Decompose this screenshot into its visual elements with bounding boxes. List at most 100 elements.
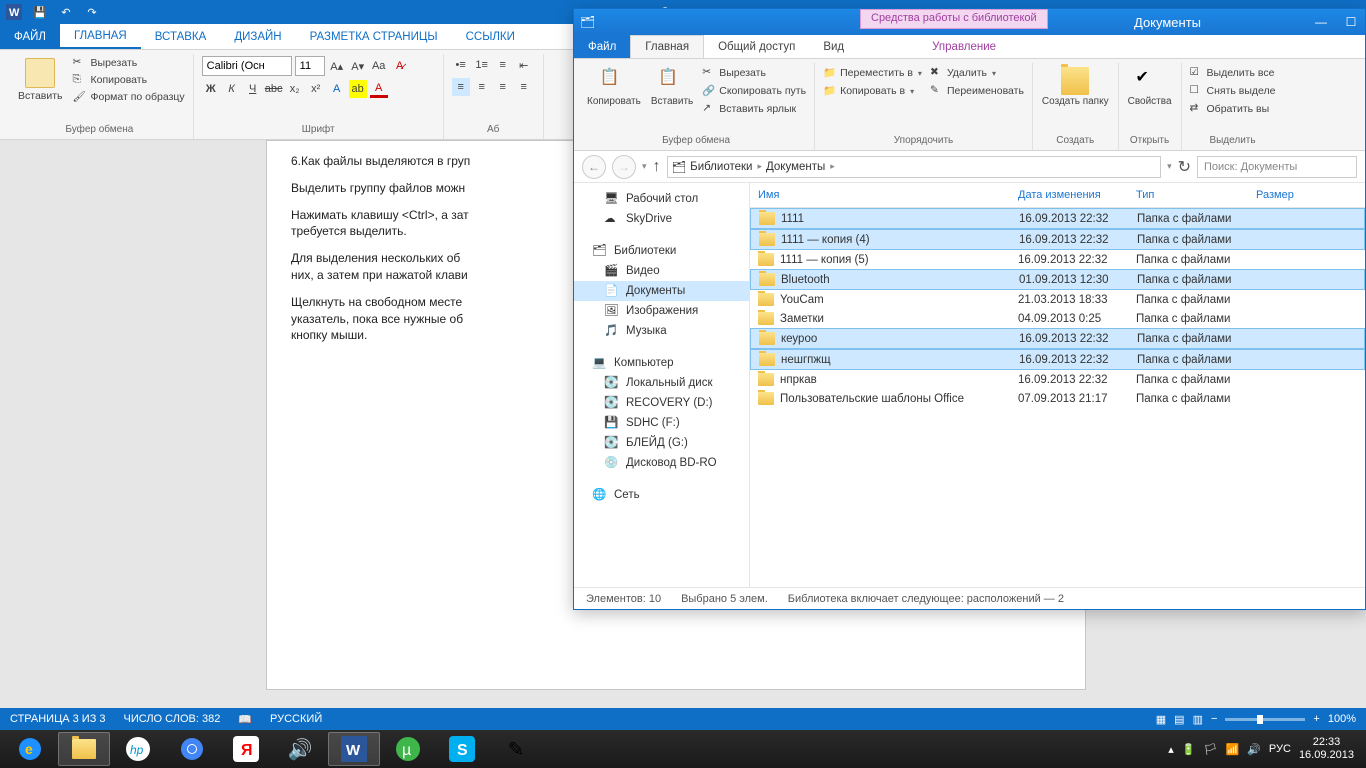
copy-button[interactable]: 📋Копировать [584,65,644,109]
file-row[interactable]: 1111 — копия (4)16.09.2013 22:32Папка с … [750,229,1365,250]
copy-button[interactable]: ⎘Копировать [73,73,185,87]
file-row[interactable]: Bluetooth01.09.2013 12:30Папка с файлами [750,269,1365,290]
taskbar-explorer[interactable] [58,732,110,766]
tab-home[interactable]: ГЛАВНАЯ [60,24,141,49]
explorer-tab-share[interactable]: Общий доступ [704,35,809,58]
file-row[interactable]: Пользовательские шаблоны Office07.09.201… [750,389,1365,408]
recent-dropdown[interactable]: ▾ [642,161,647,172]
clear-format-button[interactable]: A̷ [391,57,409,75]
col-size-header[interactable]: Размер [1248,183,1318,207]
paste-button[interactable]: Вставить [14,56,67,104]
nav-recovery[interactable]: 💽RECOVERY (D:) [574,393,749,413]
bold-button[interactable]: Ж [202,80,220,98]
font-size-select[interactable] [295,56,325,76]
col-date-header[interactable]: Дата изменения [1010,183,1128,207]
copy-path-button[interactable]: 🔗Скопировать путь [700,83,808,99]
tray-chevron-icon[interactable]: ▴ [1168,743,1174,756]
explorer-tab-view[interactable]: Вид [809,35,858,58]
view-read-mode-icon[interactable]: ▤ [1174,713,1184,726]
shrink-font-button[interactable]: A▾ [349,57,367,75]
strike-button[interactable]: abc [265,80,283,98]
underline-button[interactable]: Ч [244,80,262,98]
file-row[interactable]: кеурoo16.09.2013 22:32Папка с файлами [750,328,1365,349]
taskbar-utorrent[interactable]: µ [382,732,434,766]
refresh-button[interactable]: ↻ [1178,157,1191,177]
italic-button[interactable]: К [223,80,241,98]
nav-documents[interactable]: 📄Документы [574,281,749,301]
tray-volume-icon[interactable]: 🔊 [1247,743,1261,756]
properties-button[interactable]: ✔Свойства [1125,65,1175,109]
taskbar-word[interactable]: W [328,732,380,766]
taskbar-hp[interactable]: hp [112,732,164,766]
move-to-button[interactable]: 📁Переместить в▾ [821,65,924,81]
taskbar-chrome[interactable] [166,732,218,766]
status-word-count[interactable]: ЧИСЛО СЛОВ: 382 [124,713,221,725]
word-app-icon[interactable]: W [6,4,22,20]
nav-desktop[interactable]: 🖥Рабочий стол [574,189,749,209]
zoom-out-button[interactable]: − [1211,713,1217,725]
up-button[interactable]: ↑ [653,158,661,176]
delete-button[interactable]: ✖Удалить▾ [928,65,1026,81]
col-name-header[interactable]: Имя [750,183,1010,207]
view-print-layout-icon[interactable]: ▦ [1156,713,1166,726]
explorer-tab-file[interactable]: Файл [574,35,630,58]
rename-button[interactable]: ✎Переименовать [928,83,1026,99]
decrease-indent-button[interactable]: ⇤ [515,56,533,74]
breadcrumb-documents[interactable]: Документы [766,161,835,173]
breadcrumb-libraries[interactable]: Библиотеки [690,161,762,173]
superscript-button[interactable]: x² [307,80,325,98]
file-row[interactable]: 1111 — копия (5)16.09.2013 22:32Папка с … [750,250,1365,269]
tab-references[interactable]: ССЫЛКИ [452,24,529,49]
zoom-level[interactable]: 100% [1328,713,1356,725]
multilevel-button[interactable]: ≡ [494,56,512,74]
file-rows[interactable]: 111116.09.2013 22:32Папка с файлами1111 … [750,208,1365,587]
select-all-button[interactable]: ☑Выделить все [1188,65,1278,81]
nav-libraries[interactable]: 🗂Библиотеки [574,241,749,261]
nav-sdhc[interactable]: 💾SDHC (F:) [574,413,749,433]
text-effects-button[interactable]: A [328,80,346,98]
forward-button[interactable]: → [612,155,636,179]
status-proofing-icon[interactable]: 📖 [238,713,252,726]
zoom-slider[interactable] [1225,718,1305,721]
nav-video[interactable]: 🎬Видео [574,261,749,281]
bullets-button[interactable]: •≡ [452,56,470,74]
file-row[interactable]: нешгпжщ16.09.2013 22:32Папка с файлами [750,349,1365,370]
nav-bdrom[interactable]: 💿Дисковод BD-RO [574,453,749,473]
tray-language[interactable]: РУС [1269,743,1291,755]
address-bar[interactable]: 🗂 Библиотеки Документы [667,156,1162,178]
save-icon[interactable]: 💾 [32,4,48,20]
tab-insert[interactable]: ВСТАВКА [141,24,221,49]
cut-button[interactable]: ✂Вырезать [700,65,808,81]
explorer-titlebar[interactable]: 🗂 Средства работы с библиотекой Документ… [574,9,1365,35]
tab-page-layout[interactable]: РАЗМЕТКА СТРАНИЦЫ [296,24,452,49]
nav-images[interactable]: 🖼Изображения [574,301,749,321]
minimize-button[interactable]: — [1307,12,1335,32]
view-web-layout-icon[interactable]: ▥ [1193,713,1203,726]
tab-design[interactable]: ДИЗАЙН [220,24,295,49]
align-center-button[interactable]: ≡ [473,78,491,96]
copy-to-button[interactable]: 📁Копировать в▾ [821,83,924,99]
font-color-button[interactable]: A [370,80,388,98]
tray-clock[interactable]: 22:33 16.09.2013 [1299,736,1354,762]
status-language[interactable]: РУССКИЙ [270,713,322,725]
align-right-button[interactable]: ≡ [494,78,512,96]
change-case-button[interactable]: Aa [370,57,388,75]
format-painter-button[interactable]: 🖌Формат по образцу [73,90,185,104]
redo-icon[interactable]: ↷ [84,4,100,20]
taskbar-app[interactable]: ✎ [490,732,542,766]
col-type-header[interactable]: Тип [1128,183,1248,207]
explorer-tab-home[interactable]: Главная [630,35,704,58]
cut-button[interactable]: ✂Вырезать [73,56,185,70]
taskbar-ie[interactable]: e [4,732,56,766]
taskbar-yandex[interactable]: Я [220,732,272,766]
taskbar-audio[interactable]: 🔊 [274,732,326,766]
tray-action-center-icon[interactable]: 🏳 [1204,743,1218,756]
align-left-button[interactable]: ≡ [452,78,470,96]
justify-button[interactable]: ≡ [515,78,533,96]
nav-blade[interactable]: 💽БЛЕЙД (G:) [574,433,749,453]
numbering-button[interactable]: 1≡ [473,56,491,74]
back-button[interactable]: ← [582,155,606,179]
tray-wifi-icon[interactable]: 📶 [1226,743,1240,756]
subscript-button[interactable]: x₂ [286,80,304,98]
file-row[interactable]: 111116.09.2013 22:32Папка с файлами [750,208,1365,229]
